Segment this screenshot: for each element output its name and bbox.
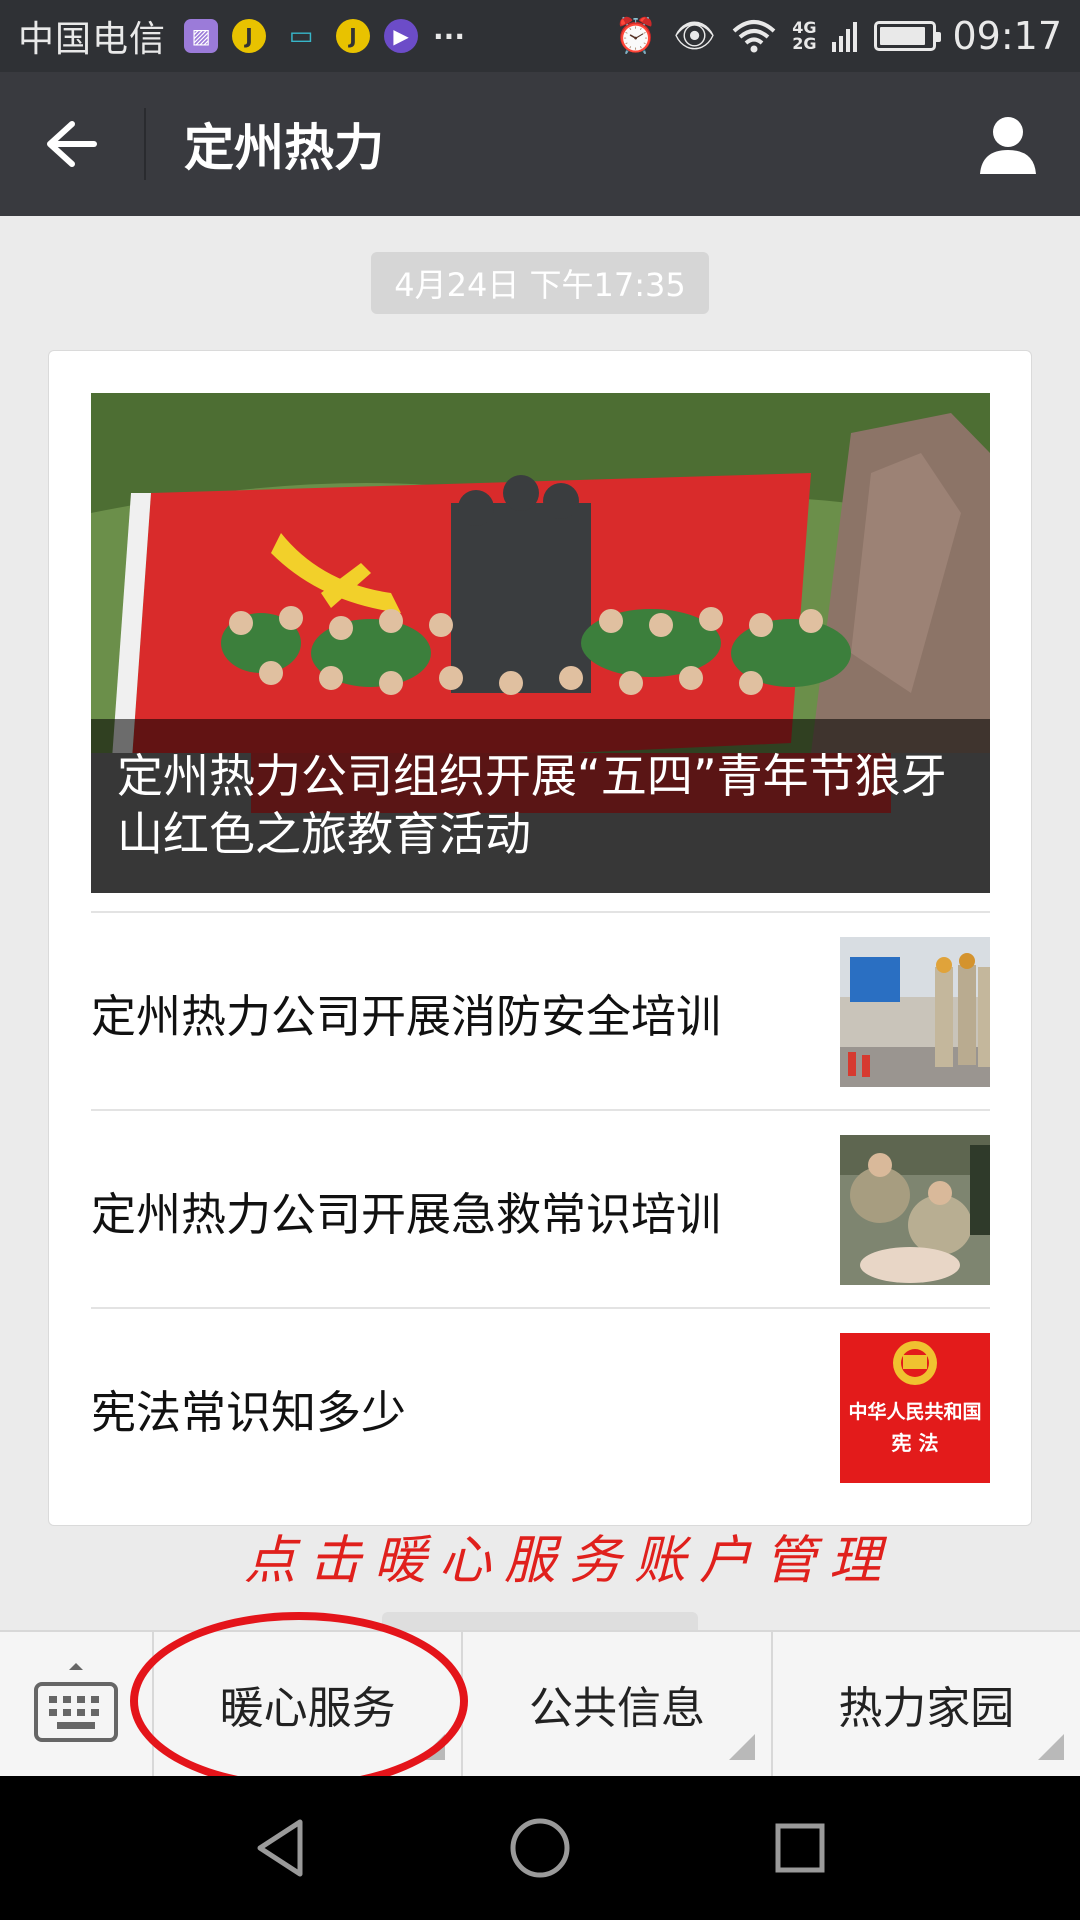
news-item-first-aid[interactable]: 定州热力公司开展急救常识培训 <box>91 1109 990 1307</box>
more-notifications-icon: ··· <box>433 19 465 53</box>
gallery-icon: ▨ <box>184 19 219 53</box>
battery-fill <box>880 27 926 45</box>
eye-icon: 👁 <box>673 16 717 56</box>
profile-button[interactable] <box>936 72 1080 216</box>
j-app-icon: J <box>232 19 267 53</box>
voicemail-icon: ▭ <box>288 21 314 51</box>
menu-button-heat-home[interactable]: 热力家园 <box>773 1632 1080 1776</box>
alarm-icon: ⏰ <box>614 16 658 56</box>
wifi-icon <box>732 20 776 53</box>
network-type: 4G 2G <box>792 20 816 52</box>
page-title: 定州热力 <box>184 119 384 177</box>
news-item-fire-training[interactable]: 定州热力公司开展消防安全培训 <box>91 911 990 1109</box>
hero-article[interactable]: 定州热力公司组织开展“五四”青年节狼牙山红色之旅教育活动 <box>91 393 990 893</box>
submenu-corner-icon <box>728 1734 755 1760</box>
video-icon: ▶ <box>384 19 419 53</box>
constitution-cover-title: 中华人民共和国 <box>848 1401 982 1423</box>
nav-back-button[interactable] <box>240 1808 320 1888</box>
news-card: 定州热力公司组织开展“五四”青年节狼牙山红色之旅教育活动 定州热力公司开展消防安… <box>48 350 1032 1526</box>
square-recents-icon <box>775 1823 825 1873</box>
news-item-title: 定州热力公司开展消防安全培训 <box>91 989 722 1043</box>
triangle-back-icon <box>257 1819 303 1877</box>
annotation-text: 点击暖心服务账户管理 <box>244 1531 895 1591</box>
j-app-icon: J <box>336 19 371 53</box>
signal-icon <box>832 22 858 52</box>
menu-button-label: 公共信息 <box>528 1683 705 1734</box>
person-icon <box>980 117 1036 174</box>
highlight-circle <box>130 1612 468 1790</box>
system-nav-bar <box>0 1776 1080 1920</box>
status-indicators: ⏰ 👁 4G 2G 09:17 <box>615 14 1062 58</box>
notification-icons: ▨ J ▭ J ▶ ··· <box>184 19 466 53</box>
battery-icon <box>874 21 942 51</box>
fire-training-photo <box>840 937 990 1087</box>
title-divider <box>144 108 146 180</box>
menu-button-public-info[interactable]: 公共信息 <box>463 1632 773 1776</box>
title-bar: 定州热力 <box>0 72 1080 216</box>
back-button[interactable] <box>0 72 144 216</box>
circle-home-icon <box>510 1818 570 1878</box>
clock: 09:17 <box>952 14 1062 58</box>
nav-recents-button[interactable] <box>760 1808 840 1888</box>
keyboard-icon <box>34 1663 118 1742</box>
constitution-cover-subtitle: 宪 法 <box>891 1431 939 1455</box>
message-timestamp: 4月24日 下午17:35 <box>371 252 709 314</box>
news-item-title: 宪法常识知多少 <box>91 1385 407 1439</box>
status-bar: 中国电信 ▨ J ▭ J ▶ ··· ⏰ 👁 4G 2G 09:17 <box>0 0 1080 72</box>
nav-home-button[interactable] <box>500 1808 580 1888</box>
news-item-title: 定州热力公司开展急救常识培训 <box>91 1187 722 1241</box>
arrow-left-icon <box>47 121 97 167</box>
hero-article-title: 定州热力公司组织开展“五四”青年节狼牙山红色之旅教育活动 <box>91 719 990 893</box>
first-aid-photo <box>840 1135 990 1285</box>
submenu-corner-icon <box>1037 1734 1064 1760</box>
constitution-cover: 中华人民共和国 宪 法 <box>840 1333 990 1483</box>
menu-button-label: 热力家园 <box>838 1683 1015 1734</box>
carrier-label: 中国电信 <box>18 19 167 60</box>
network-bottom-label: 2G <box>792 34 817 53</box>
news-item-constitution[interactable]: 宪法常识知多少 中华人民共和国 宪 法 <box>91 1307 990 1505</box>
